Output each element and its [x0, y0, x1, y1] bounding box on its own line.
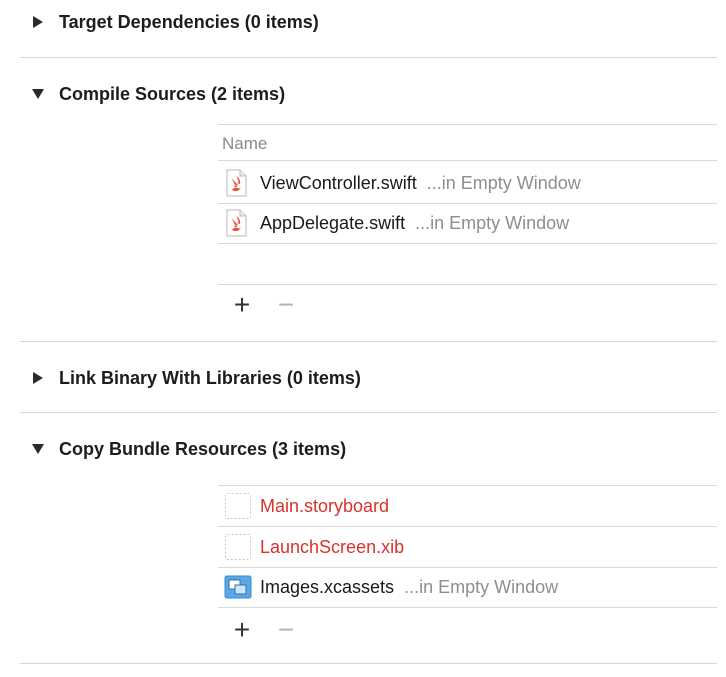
- file-name: LaunchScreen.xib: [260, 536, 405, 557]
- column-header-name[interactable]: Name: [222, 134, 267, 154]
- add-button[interactable]: +: [230, 616, 254, 644]
- build-phases-panel: Target Dependencies (0 items) Compile So…: [0, 0, 726, 677]
- asset-catalog-icon: [224, 573, 252, 601]
- table-row[interactable]: ViewController.swift ...in Empty Window: [224, 166, 581, 200]
- separator: [20, 57, 717, 58]
- swift-file-icon: [224, 209, 248, 237]
- separator: [20, 412, 717, 413]
- table-row[interactable]: LaunchScreen.xib: [224, 530, 404, 564]
- add-remove-controls: + −: [230, 291, 298, 319]
- phase-header-copy-bundle-resources[interactable]: Copy Bundle Resources (3 items): [30, 435, 346, 463]
- row-divider: [218, 203, 717, 204]
- remove-button[interactable]: −: [274, 291, 298, 319]
- remove-button[interactable]: −: [274, 616, 298, 644]
- phase-title: Compile Sources (2 items): [59, 83, 286, 104]
- disclosure-expanded-icon[interactable]: [30, 441, 46, 457]
- phase-title: Link Binary With Libraries (0 items): [59, 367, 361, 388]
- file-name: Main.storyboard: [260, 495, 390, 516]
- row-divider: [218, 243, 717, 244]
- file-name: ViewController.swift: [260, 172, 417, 193]
- file-name: AppDelegate.swift: [260, 212, 406, 233]
- separator: [20, 341, 717, 342]
- row-divider: [218, 567, 717, 568]
- phase-header-link-binary[interactable]: Link Binary With Libraries (0 items): [30, 364, 361, 392]
- separator: [20, 663, 717, 664]
- missing-file-icon: [224, 492, 251, 520]
- table-top-border: [218, 485, 717, 486]
- file-name: Images.xcassets: [260, 576, 395, 597]
- file-location: ...in Empty Window: [426, 172, 581, 193]
- table-row[interactable]: Main.storyboard: [224, 489, 389, 523]
- file-location: ...in Empty Window: [404, 576, 559, 597]
- phase-title: Target Dependencies (0 items): [59, 11, 319, 32]
- row-divider: [218, 526, 717, 527]
- table-header-border: [218, 160, 717, 161]
- phase-title: Copy Bundle Resources (3 items): [59, 438, 347, 459]
- file-location: ...in Empty Window: [415, 212, 570, 233]
- disclosure-expanded-icon[interactable]: [30, 86, 46, 102]
- table-row[interactable]: AppDelegate.swift ...in Empty Window: [224, 206, 569, 240]
- table-row[interactable]: Images.xcassets ...in Empty Window: [224, 570, 558, 604]
- add-button[interactable]: +: [230, 291, 254, 319]
- disclosure-collapsed-icon[interactable]: [30, 370, 46, 386]
- add-remove-controls: + −: [230, 616, 298, 644]
- table-bottom-border: [218, 284, 717, 285]
- missing-file-icon: [224, 533, 251, 561]
- table-bottom-border: [218, 607, 717, 608]
- disclosure-collapsed-icon[interactable]: [30, 14, 46, 30]
- phase-header-target-dependencies[interactable]: Target Dependencies (0 items): [30, 8, 319, 36]
- phase-header-compile-sources[interactable]: Compile Sources (2 items): [30, 80, 285, 108]
- table-top-border: [218, 124, 717, 125]
- swift-file-icon: [224, 169, 248, 197]
